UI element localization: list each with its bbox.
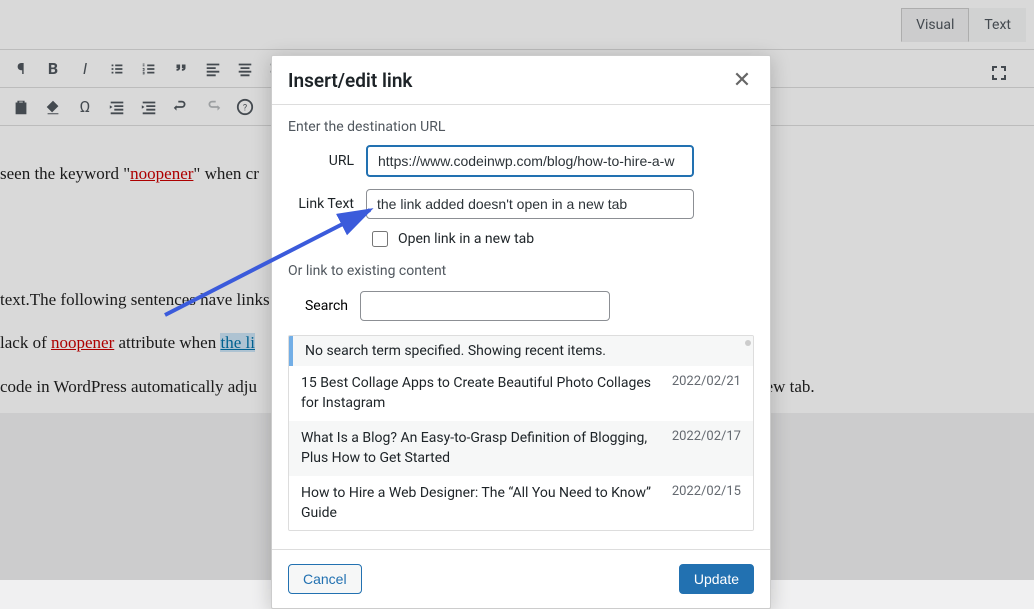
newtab-label: Open link in a new tab bbox=[398, 231, 534, 247]
result-item[interactable]: How to Hire a Web Designer: The “All You… bbox=[289, 476, 753, 531]
insert-link-modal: Insert/edit link ✕ Enter the destination… bbox=[271, 55, 771, 609]
results-list: No search term specified. Showing recent… bbox=[288, 335, 754, 531]
result-item[interactable]: 15 Best Collage Apps to Create Beautiful… bbox=[289, 366, 753, 421]
newtab-checkbox[interactable] bbox=[372, 231, 388, 247]
results-header: No search term specified. Showing recent… bbox=[289, 336, 753, 366]
or-link-heading: Or link to existing content bbox=[288, 263, 754, 279]
search-label: Search bbox=[288, 298, 360, 314]
result-date: 2022/02/15 bbox=[672, 484, 741, 499]
url-input[interactable] bbox=[366, 145, 694, 177]
modal-header: Insert/edit link ✕ bbox=[272, 56, 770, 105]
scrollbar-icon bbox=[745, 340, 751, 346]
result-date: 2022/02/17 bbox=[672, 429, 741, 444]
result-title: What Is a Blog? An Easy-to-Grasp Definit… bbox=[301, 429, 660, 468]
url-label: URL bbox=[288, 153, 366, 169]
linktext-label: Link Text bbox=[288, 196, 366, 212]
result-date: 2022/02/21 bbox=[672, 374, 741, 389]
modal-title: Insert/edit link bbox=[288, 69, 412, 92]
result-item[interactable]: What Is a Blog? An Easy-to-Grasp Definit… bbox=[289, 421, 753, 476]
search-input[interactable] bbox=[360, 291, 610, 321]
result-title: How to Hire a Web Designer: The “All You… bbox=[301, 484, 660, 523]
modal-footer: Cancel Update bbox=[272, 549, 770, 608]
update-button[interactable]: Update bbox=[679, 564, 754, 594]
linktext-input[interactable] bbox=[366, 189, 694, 219]
enter-url-heading: Enter the destination URL bbox=[288, 119, 754, 135]
result-title: 15 Best Collage Apps to Create Beautiful… bbox=[301, 374, 660, 413]
cancel-button[interactable]: Cancel bbox=[288, 564, 362, 594]
close-icon[interactable]: ✕ bbox=[730, 68, 754, 92]
